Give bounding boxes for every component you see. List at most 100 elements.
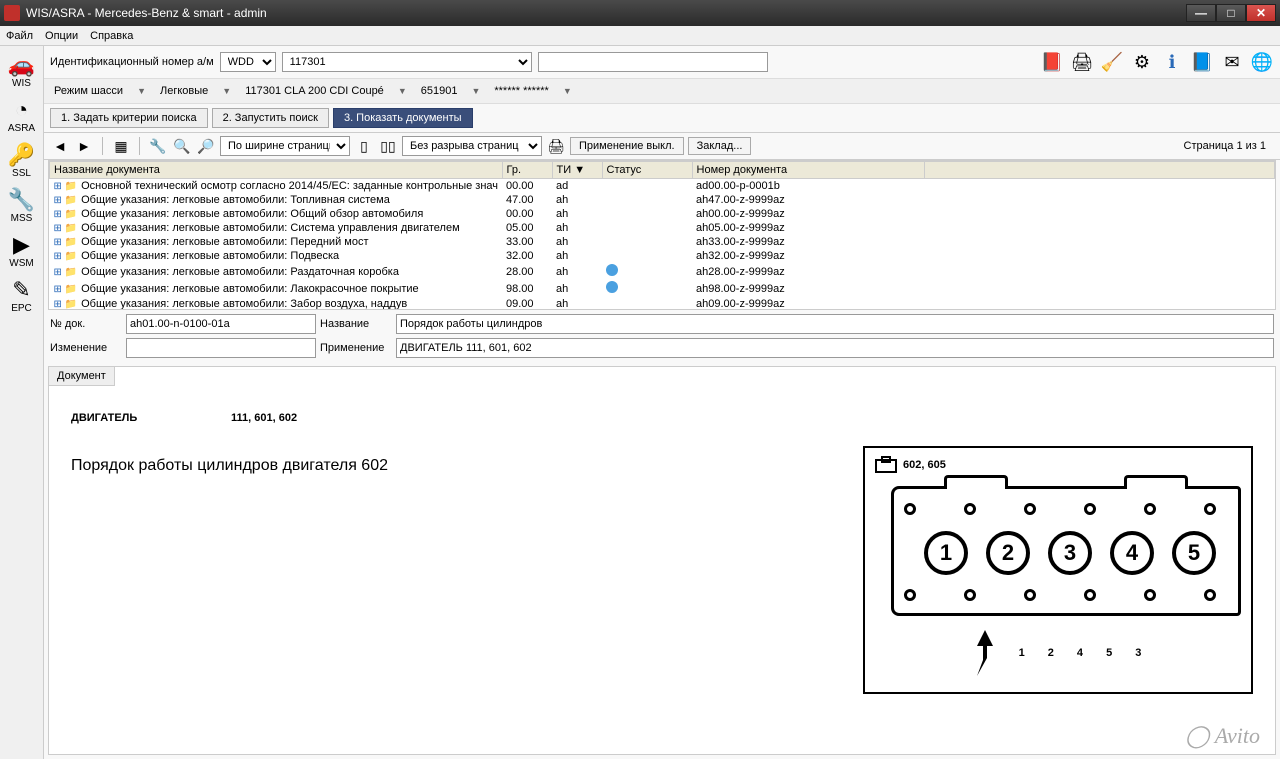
titlebar: WIS/ASRA - Mercedes-Benz & smart - admin… xyxy=(0,0,1280,26)
nav-wis[interactable]: 🚗WIS xyxy=(8,54,35,89)
table-row[interactable]: ⊞ 📁Общие указания: легковые автомобили: … xyxy=(50,280,1275,297)
tool1-icon[interactable]: 🔧 xyxy=(148,136,168,156)
ident-prefix-select[interactable]: WDD xyxy=(220,52,276,72)
print2-icon[interactable]: 🖨 xyxy=(546,136,566,156)
window-title: WIS/ASRA - Mercedes-Benz & smart - admin xyxy=(26,6,1186,20)
car-icon: 🚗 xyxy=(8,54,35,76)
break-select[interactable]: Без разрыва страниц xyxy=(402,136,542,156)
watermark: Avito xyxy=(1185,723,1260,749)
col-gr[interactable]: Гр. xyxy=(502,162,552,179)
chevron-down-icon: ▼ xyxy=(559,86,576,96)
info-icon[interactable]: ℹ xyxy=(1160,50,1184,74)
menubar: Файл Опции Справка xyxy=(0,26,1280,46)
chevron-down-icon: ▼ xyxy=(133,86,150,96)
globe-icon[interactable]: 🌐 xyxy=(1250,50,1274,74)
table-row[interactable]: ⊞ 📁Общие указания: легковые автомобили: … xyxy=(50,235,1275,249)
col-status[interactable]: Статус xyxy=(602,162,692,179)
nav-wsm[interactable]: ▶WSM xyxy=(9,234,33,269)
delete-icon[interactable]: 📕 xyxy=(1040,50,1064,74)
docnum-input[interactable] xyxy=(126,314,316,334)
col-doc[interactable]: Номер документа xyxy=(692,162,924,179)
step-criteria[interactable]: 1. Задать критерии поиска xyxy=(50,108,208,128)
nav-fwd-icon[interactable]: ► xyxy=(74,136,94,156)
chevron-down-icon: ▼ xyxy=(218,86,235,96)
step-search[interactable]: 2. Запустить поиск xyxy=(212,108,329,128)
nav-mss[interactable]: 🔧MSS xyxy=(8,189,35,224)
engine-block: 1 2 3 4 5 xyxy=(891,486,1241,616)
table-row[interactable]: ⊞ 📁Общие указания: легковые автомобили: … xyxy=(50,207,1275,221)
engine-symbol-icon xyxy=(875,456,897,474)
ident-number-select[interactable]: 117301 xyxy=(282,52,532,72)
engine-diagram: 602, 605 1 2 3 4 5 xyxy=(863,446,1253,694)
doc-body: ДВИГАТЕЛЬ111, 601, 602 Порядок работы ци… xyxy=(49,386,1275,754)
book-icon[interactable]: 📘 xyxy=(1190,50,1214,74)
apply-input[interactable] xyxy=(396,338,1274,358)
chassis-model[interactable]: 117301 CLA 200 CDI Coupé xyxy=(241,83,388,99)
diag-models: 602, 605 xyxy=(903,459,946,471)
clock-icon: ◔ xyxy=(15,99,28,121)
apply-button[interactable]: Применение выкл. xyxy=(570,137,684,155)
table-row[interactable]: ⊞ 📁Общие указания: легковые автомобили: … xyxy=(50,193,1275,207)
col-name[interactable]: Название документа xyxy=(50,162,503,179)
doc-tab[interactable]: Документ xyxy=(49,367,115,386)
table-row[interactable]: ⊞ 📁Общие указания: легковые автомобили: … xyxy=(50,297,1275,310)
print-icon[interactable]: 🖨 xyxy=(1070,50,1094,74)
nav-ssl[interactable]: 🔑SSL xyxy=(8,144,35,179)
grid-icon[interactable]: ▦ xyxy=(111,136,131,156)
chassis-type[interactable]: Легковые xyxy=(156,83,212,99)
ident-row: Идентификационный номер а/м WDD 117301 📕… xyxy=(44,46,1280,79)
page2-icon[interactable]: ▯▯ xyxy=(378,136,398,156)
nav-asra[interactable]: ◔ASRA xyxy=(8,99,35,134)
play-icon: ▶ xyxy=(13,234,30,256)
detail-fields: № док. Название Изменение Применение xyxy=(44,310,1280,362)
mail-icon[interactable]: ✉ xyxy=(1220,50,1244,74)
apply-label: Применение xyxy=(320,342,392,354)
bookmark-button[interactable]: Заклад... xyxy=(688,137,752,155)
doc-panel: Документ ДВИГАТЕЛЬ111, 601, 602 Порядок … xyxy=(48,366,1276,755)
table-row[interactable]: ⊞ 📁Общие указания: легковые автомобили: … xyxy=(50,221,1275,235)
doc-table[interactable]: Название документа Гр. ТИ ▼ Статус Номер… xyxy=(48,160,1276,310)
col-ti[interactable]: ТИ ▼ xyxy=(552,162,602,179)
sparkplug-icon: ✎ xyxy=(12,279,30,301)
table-row[interactable]: ⊞ 📁Общие указания: легковые автомобили: … xyxy=(50,249,1275,263)
engine-label: ДВИГАТЕЛЬ xyxy=(71,412,231,424)
chassis-extra[interactable]: ****** ****** xyxy=(490,83,552,99)
wrench-icon: 🔧 xyxy=(8,189,35,211)
name-input[interactable] xyxy=(396,314,1274,334)
chassis-mode[interactable]: Режим шасси xyxy=(50,83,127,99)
nav-epc[interactable]: ✎EPC xyxy=(11,279,32,314)
zoom-out-icon[interactable]: 🔍 xyxy=(172,136,192,156)
zoom-in-icon[interactable]: 🔎 xyxy=(196,136,216,156)
page-info: Страница 1 из 1 xyxy=(1184,140,1274,152)
left-nav: 🚗WIS ◔ASRA 🔑SSL 🔧MSS ▶WSM ✎EPC xyxy=(0,46,44,759)
step-documents[interactable]: 3. Показать документы xyxy=(333,108,473,128)
chassis-row: Режим шасси ▼ Легковые ▼ 117301 CLA 200 CD… xyxy=(44,79,1280,104)
menu-options[interactable]: Опции xyxy=(45,30,78,42)
minimize-button[interactable]: — xyxy=(1186,4,1216,22)
erase-icon[interactable]: 🧹 xyxy=(1100,50,1124,74)
docnum-label: № док. xyxy=(50,318,122,330)
step-tabs: 1. Задать критерии поиска 2. Запустить п… xyxy=(44,104,1280,133)
menu-help[interactable]: Справка xyxy=(90,30,133,42)
chassis-engine[interactable]: 651901 xyxy=(417,83,462,99)
chevron-down-icon: ▼ xyxy=(467,86,484,96)
close-button[interactable]: ✕ xyxy=(1246,4,1276,22)
maximize-button[interactable]: □ xyxy=(1216,4,1246,22)
change-input[interactable] xyxy=(126,338,316,358)
doc-toolbar: ◄ ► ▦ 🔧 🔍 🔎 По ширине страницы ▯ ▯▯ Без … xyxy=(44,133,1280,160)
menu-file[interactable]: Файл xyxy=(6,30,33,42)
ident-extra-input[interactable] xyxy=(538,52,768,72)
table-row[interactable]: ⊞ 📁Основной технический осмотр согласно … xyxy=(50,179,1275,194)
nav-back-icon[interactable]: ◄ xyxy=(50,136,70,156)
cylinder-2: 2 xyxy=(986,531,1030,575)
arrow-icon xyxy=(965,628,1005,678)
table-row[interactable]: ⊞ 📁Общие указания: легковые автомобили: … xyxy=(50,263,1275,280)
app-icon xyxy=(4,5,20,21)
name-label: Название xyxy=(320,318,392,330)
zoom-select[interactable]: По ширине страницы xyxy=(220,136,350,156)
cylinder-5: 5 xyxy=(1172,531,1216,575)
engine-models: 111, 601, 602 xyxy=(231,412,297,424)
page1-icon[interactable]: ▯ xyxy=(354,136,374,156)
settings-icon[interactable]: ⚙ xyxy=(1130,50,1154,74)
window-buttons: — □ ✕ xyxy=(1186,4,1276,22)
